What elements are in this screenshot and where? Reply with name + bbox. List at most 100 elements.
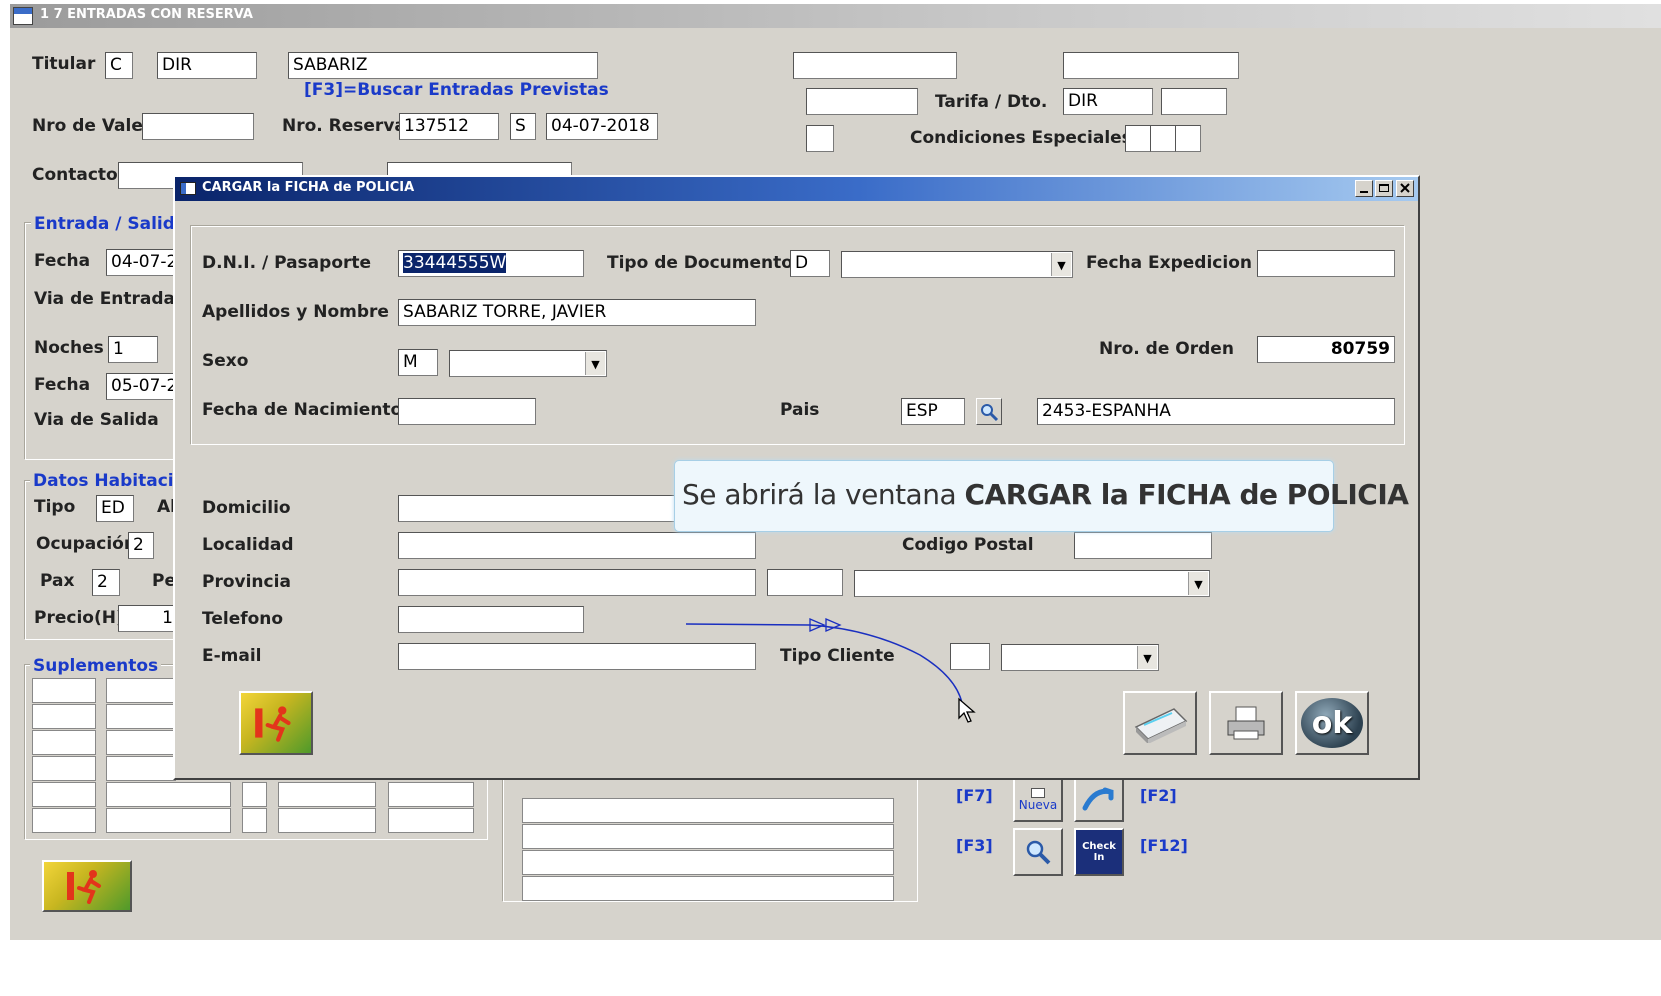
pais-name-field[interactable]: 2453-ESPANHA bbox=[1037, 398, 1395, 425]
sexo-select[interactable]: ▼ bbox=[449, 350, 607, 377]
tipo-hab-field[interactable]: ED bbox=[96, 495, 134, 522]
provincia-code-field[interactable] bbox=[767, 569, 843, 596]
nueva-label: Nueva bbox=[1018, 798, 1058, 812]
suplemento-cell[interactable] bbox=[106, 756, 176, 781]
sexo-label: Sexo bbox=[202, 351, 249, 371]
tipo-cliente-select[interactable]: ▼ bbox=[1001, 644, 1159, 671]
dialog-app-icon bbox=[180, 182, 196, 195]
pais-search-button[interactable] bbox=[976, 398, 1002, 425]
localidad-field[interactable] bbox=[398, 532, 756, 559]
codigo-postal-field[interactable] bbox=[1074, 532, 1212, 559]
suplemento-cell[interactable] bbox=[242, 808, 267, 833]
suplemento-cell[interactable] bbox=[106, 704, 176, 729]
individual-field[interactable] bbox=[806, 88, 918, 115]
chevron-down-icon[interactable]: ▼ bbox=[1051, 253, 1071, 276]
tipo-doc-field[interactable]: D bbox=[790, 250, 830, 277]
suplemento-cell[interactable] bbox=[32, 704, 96, 729]
top-right-field-2[interactable] bbox=[1063, 52, 1239, 79]
nro-orden-field[interactable]: 80759 bbox=[1257, 336, 1395, 363]
suplemento-cell[interactable] bbox=[278, 808, 376, 833]
ok-label: ok bbox=[1311, 705, 1353, 741]
sexo-field[interactable]: M bbox=[398, 349, 438, 376]
suplemento-cell[interactable] bbox=[32, 782, 96, 807]
maximize-button[interactable] bbox=[1375, 180, 1393, 197]
f12-key: [F12] bbox=[1140, 836, 1188, 855]
printer-icon bbox=[1227, 706, 1265, 740]
condiciones-field-3[interactable] bbox=[1175, 125, 1201, 152]
suplemento-cell[interactable] bbox=[242, 782, 267, 807]
precio-field[interactable]: 1 bbox=[118, 605, 178, 632]
minimize-icon bbox=[1360, 191, 1368, 193]
ok-button[interactable]: ok bbox=[1295, 691, 1369, 755]
check-in-icon: Check In bbox=[1082, 841, 1116, 863]
scanner-button[interactable] bbox=[1123, 691, 1197, 755]
arrival-button[interactable] bbox=[1074, 778, 1124, 822]
tarifa-field[interactable]: DIR bbox=[1063, 88, 1153, 115]
list-row[interactable] bbox=[522, 798, 894, 823]
suplemento-cell[interactable] bbox=[32, 678, 96, 703]
noches-field[interactable]: 1 bbox=[108, 336, 158, 363]
tooltip-emphasis: CARGAR la FICHA de POLICIA bbox=[964, 478, 1409, 511]
provincia-select[interactable]: ▼ bbox=[854, 570, 1210, 597]
list-row[interactable] bbox=[522, 824, 894, 849]
provincia-label: Provincia bbox=[202, 572, 291, 592]
suplemento-cell[interactable] bbox=[106, 808, 231, 833]
suplemento-cell[interactable] bbox=[388, 782, 474, 807]
nro-reserva-field[interactable]: 137512 bbox=[399, 113, 499, 140]
check-in-button[interactable]: Check In bbox=[1074, 828, 1124, 876]
suplemento-cell[interactable] bbox=[388, 808, 474, 833]
search-button[interactable] bbox=[1013, 828, 1063, 876]
nueva-button[interactable]: Nueva bbox=[1013, 778, 1063, 822]
apellidos-field[interactable]: SABARIZ TORRE, JAVIER bbox=[398, 299, 756, 326]
precio-label: Precio(H) bbox=[34, 608, 124, 628]
suplemento-cell[interactable] bbox=[32, 730, 96, 755]
reserva-date-field[interactable]: 04-07-2018 bbox=[546, 113, 658, 140]
localidad-label: Localidad bbox=[202, 535, 294, 555]
close-button[interactable] bbox=[1396, 180, 1414, 197]
via-entrada-label: Via de Entrada bbox=[34, 289, 176, 309]
por-orden-field[interactable] bbox=[806, 125, 834, 152]
fecha-entrada-label: Fecha bbox=[34, 251, 91, 271]
titular-c-field[interactable]: C bbox=[105, 52, 133, 79]
dialog-exit-button[interactable] bbox=[239, 691, 313, 755]
list-row[interactable] bbox=[522, 850, 894, 875]
dni-value: 33444555W bbox=[403, 253, 507, 273]
ocupacion-field[interactable]: 2 bbox=[128, 532, 154, 559]
list-row[interactable] bbox=[522, 876, 894, 901]
telefono-field[interactable] bbox=[398, 606, 584, 633]
tutorial-tooltip: Se abrirá la ventana CARGAR la FICHA de … bbox=[674, 460, 1409, 532]
minimize-button[interactable] bbox=[1355, 180, 1373, 197]
condiciones-field-1[interactable] bbox=[1125, 125, 1151, 152]
suplemento-cell[interactable] bbox=[106, 678, 176, 703]
chevron-down-icon[interactable]: ▼ bbox=[1188, 572, 1208, 595]
dni-field[interactable]: 33444555W bbox=[398, 250, 584, 277]
f3-search-hint[interactable]: [F3]=Buscar Entradas Previstas bbox=[304, 80, 609, 100]
titular-name-field[interactable]: SABARIZ bbox=[288, 52, 598, 79]
condiciones-field-2[interactable] bbox=[1150, 125, 1176, 152]
dto-field[interactable] bbox=[1161, 88, 1227, 115]
top-right-field-1[interactable] bbox=[793, 52, 957, 79]
nro-vale-field[interactable] bbox=[142, 113, 254, 140]
tipo-doc-select[interactable]: ▼ bbox=[841, 251, 1073, 278]
dialog-title-bar: CARGAR la FICHA de POLICIA bbox=[175, 177, 1418, 201]
pax-label: Pax bbox=[40, 571, 75, 591]
provincia-field[interactable] bbox=[398, 569, 756, 596]
fecha-nacimiento-field[interactable] bbox=[398, 398, 536, 425]
close-icon bbox=[1400, 183, 1410, 193]
chevron-down-icon[interactable]: ▼ bbox=[585, 352, 605, 375]
printer-button[interactable] bbox=[1209, 691, 1283, 755]
suplemento-cell[interactable] bbox=[106, 782, 231, 807]
suplemento-cell[interactable] bbox=[278, 782, 376, 807]
titular-dir-field[interactable]: DIR bbox=[157, 52, 257, 79]
suplemento-cell[interactable] bbox=[32, 756, 96, 781]
reserva-s-field[interactable]: S bbox=[510, 113, 536, 140]
main-window-title: 1 7 ENTRADAS CON RESERVA bbox=[40, 7, 253, 22]
main-exit-button[interactable] bbox=[42, 860, 132, 912]
fecha-expedicion-field[interactable] bbox=[1257, 250, 1395, 277]
domicilio-label: Domicilio bbox=[202, 498, 291, 518]
chevron-down-icon[interactable]: ▼ bbox=[1137, 646, 1157, 669]
pax-field[interactable]: 2 bbox=[92, 569, 120, 596]
pais-code-field[interactable]: ESP bbox=[901, 398, 965, 425]
suplemento-cell[interactable] bbox=[32, 808, 96, 833]
suplemento-cell[interactable] bbox=[106, 730, 176, 755]
